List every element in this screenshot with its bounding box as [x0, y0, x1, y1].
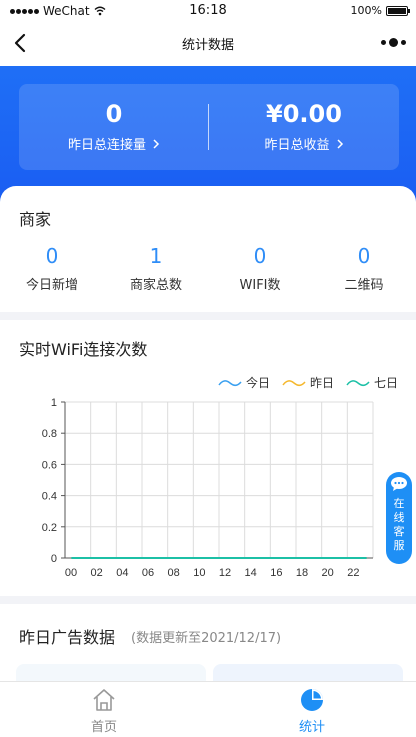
x-tick-label: 02: [91, 567, 103, 579]
wifi-chart-card: 实时WiFi连接次数 今日 昨日 七日 0 0.2 0.4 0.6 0.8 1 00 02 04 06…: [0, 320, 416, 596]
chevron-right-icon: [336, 138, 343, 149]
legend-item[interactable]: 昨日: [282, 374, 334, 391]
connections-value: 0: [105, 100, 123, 128]
tab-home[interactable]: 首页: [0, 682, 208, 737]
earnings-label: 昨日总收益: [264, 138, 330, 153]
y-tick-label: 0.4: [42, 491, 57, 503]
service-char: 在: [393, 497, 405, 510]
more-dot-icon: [401, 40, 406, 45]
stat-value: 0: [45, 244, 59, 268]
ads-update-date: (数据更新至2021/12/17): [131, 631, 282, 646]
summary-header: 0 昨日总连接量 ¥0.00 昨日总收益: [0, 66, 416, 206]
pie-chart-icon: [301, 689, 323, 711]
legend-wave-icon: [346, 379, 370, 386]
stat-total-merchants[interactable]: 1 商家总数: [104, 244, 208, 293]
legend-label: 昨日: [309, 376, 334, 390]
chat-bubble-icon: [391, 477, 407, 491]
chevron-right-icon: [153, 138, 160, 149]
chart-section-title: 实时WiFi连接次数: [19, 340, 148, 359]
x-tick-label: 14: [245, 567, 257, 579]
y-tick-label: 0.6: [42, 459, 57, 471]
more-dot-icon: [381, 40, 386, 45]
x-tick-label: 16: [270, 567, 282, 579]
ads-card: 昨日广告数据 (数据更新至2021/12/17): [0, 604, 416, 684]
stat-today-new[interactable]: 0 今日新增: [0, 244, 104, 293]
merchant-card: 商家 0 今日新增 1 商家总数 0 WIFI数 0 二维码: [0, 186, 416, 312]
legend-item[interactable]: 今日: [218, 374, 270, 391]
legend-wave-icon: [282, 379, 306, 386]
tab-bar: 首页 统计: [0, 681, 416, 737]
tab-stats-label: 统计: [298, 720, 325, 735]
x-tick-label: 20: [322, 567, 334, 579]
yesterday-connections[interactable]: 0 昨日总连接量: [19, 84, 209, 170]
chart-legend[interactable]: 今日 昨日 七日: [218, 374, 398, 391]
stat-value: 0: [357, 244, 371, 268]
x-tick-label: 08: [168, 567, 180, 579]
x-tick-label: 10: [193, 567, 205, 579]
battery-icon: [386, 5, 410, 16]
service-char: 线: [393, 511, 405, 524]
tab-stats[interactable]: 统计: [208, 682, 416, 737]
connections-label: 昨日总连接量: [67, 138, 146, 153]
summary-card: 0 昨日总连接量 ¥0.00 昨日总收益: [19, 84, 399, 170]
more-options-button[interactable]: [381, 38, 406, 47]
merchant-stats: 0 今日新增 1 商家总数 0 WIFI数 0 二维码: [0, 244, 416, 293]
record-dot-icon: [389, 38, 398, 47]
status-bar: WeChat 16:18 100%: [0, 0, 416, 22]
x-tick-label: 06: [142, 567, 154, 579]
stat-label: 商家总数: [129, 278, 182, 293]
battery-percent: 100%: [350, 4, 382, 17]
legend-label: 七日: [373, 376, 398, 390]
legend-label: 今日: [245, 376, 270, 390]
earnings-value: ¥0.00: [266, 100, 342, 128]
ads-title: 昨日广告数据: [19, 628, 116, 647]
y-tick-label: 0: [51, 553, 57, 565]
x-tick-label: 18: [296, 567, 308, 579]
legend-item[interactable]: 七日: [346, 374, 398, 391]
x-tick-label: 12: [219, 567, 231, 579]
stat-value: 1: [149, 244, 163, 268]
home-icon: [93, 689, 115, 711]
x-tick-label: 00: [65, 567, 77, 579]
x-tick-label: 04: [116, 567, 128, 579]
x-tick-label: 22: [347, 567, 359, 579]
legend-wave-icon: [218, 379, 242, 386]
yesterday-earnings[interactable]: ¥0.00 昨日总收益: [209, 84, 399, 170]
service-char: 服: [393, 539, 405, 552]
stat-wifi-count[interactable]: 0 WIFI数: [208, 244, 312, 293]
online-service-button[interactable]: 在 线 客 服: [386, 472, 412, 564]
merchant-title: 商家: [19, 210, 52, 229]
y-tick-label: 0.2: [42, 522, 57, 534]
stat-value: 0: [253, 244, 267, 268]
y-tick-label: 0.8: [42, 428, 57, 440]
nav-bar: 统计数据: [0, 22, 416, 66]
tab-home-label: 首页: [90, 720, 117, 735]
stat-label: 二维码: [344, 278, 384, 293]
stat-label: 今日新增: [25, 278, 78, 293]
wifi-line-chart: 0 0.2 0.4 0.6 0.8 1 00 02 04 06 08 10 12 14 16 18 20 22: [42, 397, 374, 579]
service-char: 客: [393, 525, 405, 538]
y-tick-label: 1: [51, 397, 57, 409]
stat-label: WIFI数: [239, 278, 281, 293]
stat-qrcode[interactable]: 0 二维码: [312, 244, 416, 293]
battery-area: 100%: [350, 4, 410, 17]
page-title: 统计数据: [181, 38, 234, 53]
